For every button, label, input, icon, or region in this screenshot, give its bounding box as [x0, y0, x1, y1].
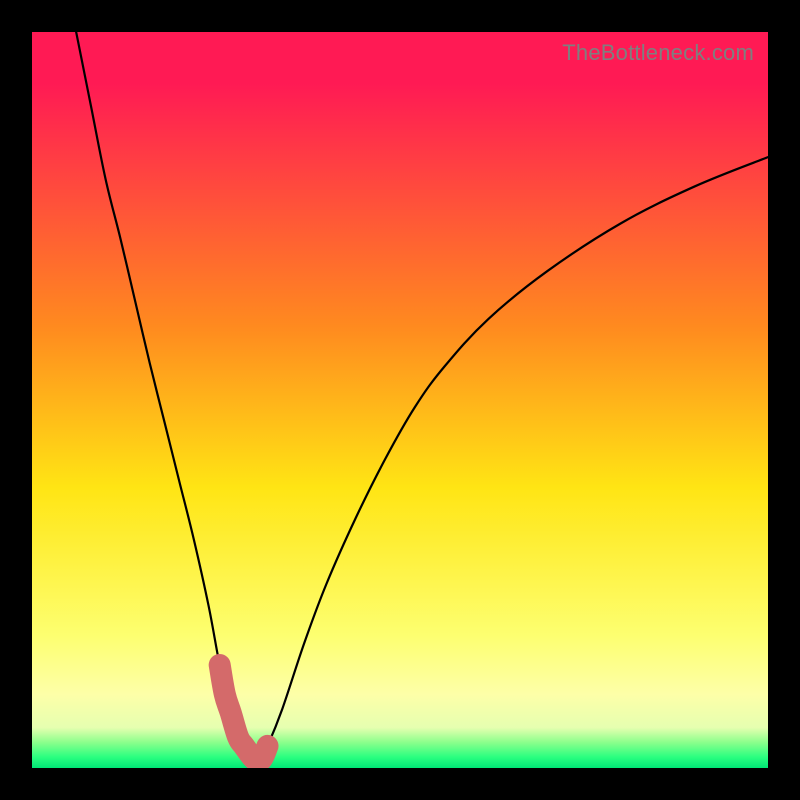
plot-area: TheBottleneck.com	[32, 32, 768, 768]
bottleneck-curve	[76, 32, 768, 761]
chart-frame: TheBottleneck.com	[0, 0, 800, 800]
highlight-segment	[220, 665, 268, 761]
curve-layer	[32, 32, 768, 768]
watermark-text: TheBottleneck.com	[562, 40, 754, 66]
